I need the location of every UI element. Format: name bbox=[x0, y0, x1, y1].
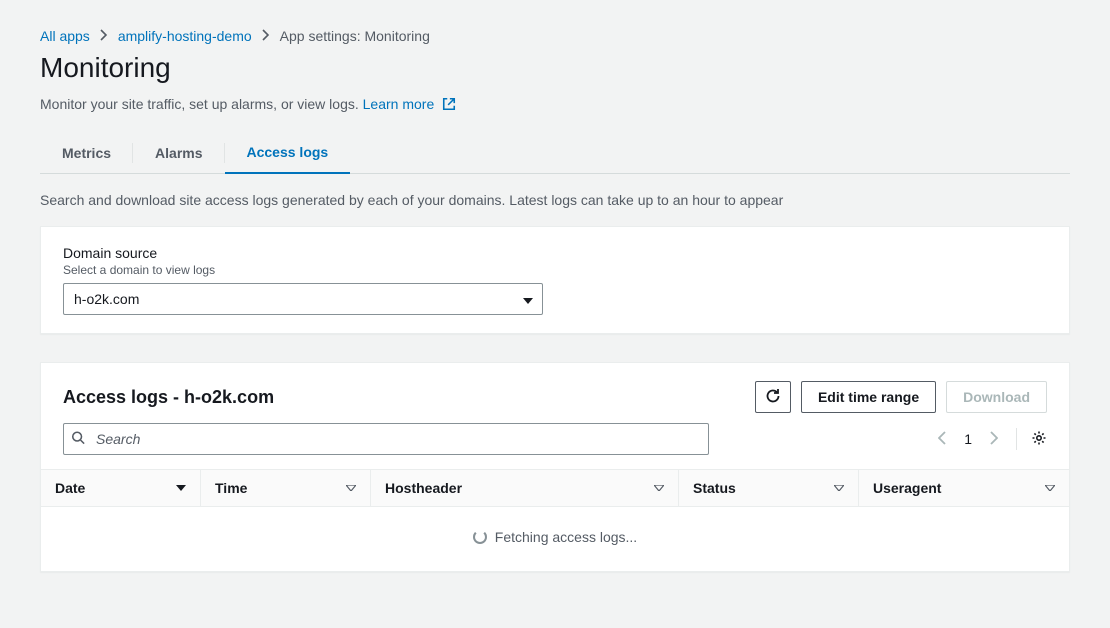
pager-page-number: 1 bbox=[964, 431, 972, 447]
refresh-icon bbox=[765, 388, 781, 407]
logs-action-row: Edit time range Download bbox=[755, 381, 1047, 413]
edit-time-range-button[interactable]: Edit time range bbox=[801, 381, 936, 413]
access-logs-helper: Search and download site access logs gen… bbox=[40, 192, 1070, 208]
loading-row: Fetching access logs... bbox=[41, 507, 1069, 571]
tab-metrics[interactable]: Metrics bbox=[40, 133, 133, 173]
tabs: Metrics Alarms Access logs bbox=[40, 132, 1070, 174]
col-time-label: Time bbox=[215, 480, 247, 496]
breadcrumb-current: App settings: Monitoring bbox=[280, 28, 430, 44]
col-status-label: Status bbox=[693, 480, 736, 496]
sort-icon bbox=[654, 483, 664, 494]
search-box bbox=[63, 423, 709, 455]
pager: 1 bbox=[934, 427, 1047, 452]
col-host-label: Hostheader bbox=[385, 480, 462, 496]
domain-source-label: Domain source bbox=[63, 245, 1047, 261]
search-icon bbox=[71, 431, 85, 448]
sort-icon bbox=[1045, 483, 1055, 494]
table-header: Date Time Hostheader Status Useragent bbox=[41, 469, 1069, 507]
domain-source-hint: Select a domain to view logs bbox=[63, 263, 1047, 277]
sort-icon bbox=[346, 483, 356, 494]
chevron-right-icon bbox=[262, 28, 270, 44]
chevron-left-icon bbox=[938, 432, 946, 448]
page-title: Monitoring bbox=[40, 52, 1070, 84]
divider bbox=[1016, 428, 1017, 450]
col-useragent[interactable]: Useragent bbox=[859, 470, 1069, 506]
domain-source-card: Domain source Select a domain to view lo… bbox=[40, 226, 1070, 334]
col-hostheader[interactable]: Hostheader bbox=[371, 470, 679, 506]
external-link-icon bbox=[442, 97, 456, 114]
breadcrumb-link-all-apps[interactable]: All apps bbox=[40, 28, 90, 44]
tab-alarms[interactable]: Alarms bbox=[133, 133, 224, 173]
col-time[interactable]: Time bbox=[201, 470, 371, 506]
pager-next[interactable] bbox=[986, 427, 1002, 452]
subtitle-text: Monitor your site traffic, set up alarms… bbox=[40, 96, 363, 112]
download-button[interactable]: Download bbox=[946, 381, 1047, 413]
sort-icon bbox=[834, 483, 844, 494]
access-logs-title: Access logs - h-o2k.com bbox=[63, 387, 274, 408]
tab-access-logs[interactable]: Access logs bbox=[225, 132, 351, 174]
pager-prev[interactable] bbox=[934, 427, 950, 452]
domain-source-select-wrap: h-o2k.com bbox=[63, 283, 543, 315]
access-logs-card: Access logs - h-o2k.com Edit time range … bbox=[40, 362, 1070, 572]
breadcrumb-link-app[interactable]: amplify-hosting-demo bbox=[118, 28, 252, 44]
chevron-right-icon bbox=[100, 28, 108, 44]
col-date[interactable]: Date bbox=[41, 470, 201, 506]
settings-button[interactable] bbox=[1031, 430, 1047, 449]
breadcrumb: All apps amplify-hosting-demo App settin… bbox=[40, 28, 1070, 44]
col-ua-label: Useragent bbox=[873, 480, 941, 496]
col-status[interactable]: Status bbox=[679, 470, 859, 506]
gear-icon bbox=[1031, 433, 1047, 449]
loading-text: Fetching access logs... bbox=[495, 529, 637, 545]
spinner-icon bbox=[473, 530, 487, 544]
page-subtitle: Monitor your site traffic, set up alarms… bbox=[40, 96, 1070, 114]
learn-more-link[interactable]: Learn more bbox=[363, 96, 456, 112]
chevron-right-icon bbox=[990, 432, 998, 448]
search-input[interactable] bbox=[63, 423, 709, 455]
sort-desc-icon bbox=[176, 483, 186, 494]
col-date-label: Date bbox=[55, 480, 85, 496]
refresh-button[interactable] bbox=[755, 381, 791, 413]
domain-source-select[interactable]: h-o2k.com bbox=[63, 283, 543, 315]
